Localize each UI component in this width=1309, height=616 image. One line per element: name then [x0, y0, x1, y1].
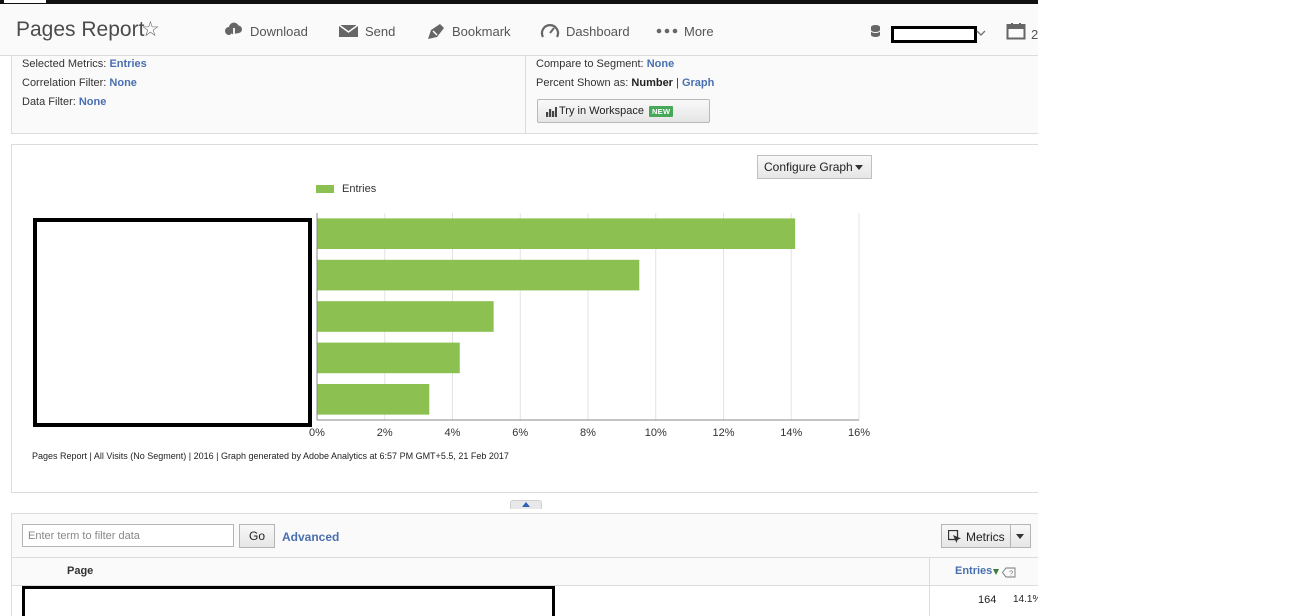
pointer-cursor-icon	[948, 530, 961, 543]
selected-metrics-row: Selected Metrics: Entries	[22, 58, 147, 70]
bar	[317, 259, 640, 291]
graph-panel: 0% 2% 4% 6% 8% 10% 12% 14% 16% Configure Graph E…	[11, 144, 1038, 493]
redacted-category-labels	[33, 218, 312, 427]
column-divider	[929, 586, 930, 616]
page-title: Pages Report	[16, 18, 145, 41]
new-badge: NEW	[648, 105, 674, 117]
metrics-button[interactable]: Metrics	[941, 524, 1031, 548]
configure-graph-label: Configure Graph	[764, 160, 853, 174]
column-divider	[929, 558, 930, 586]
x-tick-label: 10%	[645, 427, 667, 439]
compare-segment-label: Compare to Segment:	[536, 58, 644, 70]
bookmark-label: Bookmark	[452, 23, 511, 39]
table-header: Page Entries ?	[12, 557, 1038, 586]
advanced-filter-link[interactable]: Advanced	[282, 530, 339, 544]
go-button[interactable]: Go	[239, 524, 275, 548]
correlation-filter-link[interactable]: None	[109, 77, 137, 89]
selected-metrics-label: Selected Metrics:	[22, 58, 107, 70]
selected-metrics-link[interactable]: Entries	[109, 58, 146, 70]
more-button[interactable]: More	[656, 19, 714, 43]
sort-desc-icon[interactable]	[993, 569, 999, 575]
redacted-page-name	[22, 586, 555, 616]
caret-down-icon	[855, 165, 863, 170]
download-button[interactable]: Download	[224, 19, 308, 43]
data-filter-row: Data Filter: None	[22, 96, 106, 108]
report-settings: Selected Metrics: Entries Correlation Fi…	[11, 56, 1038, 134]
x-tick-label: 6%	[512, 427, 528, 439]
metrics-caret-icon[interactable]	[1016, 534, 1024, 539]
try-workspace-label: Try in Workspace	[559, 105, 644, 117]
report-suite-database-icon[interactable]	[870, 24, 881, 38]
data-filter-label: Data Filter:	[22, 96, 76, 108]
send-button[interactable]: Send	[338, 19, 395, 43]
data-filter-link[interactable]: None	[79, 96, 107, 108]
envelope-icon	[338, 24, 359, 37]
compare-segment-row: Compare to Segment: None	[536, 58, 674, 70]
dashboard-button[interactable]: Dashboard	[540, 19, 630, 43]
x-tick-label: 0%	[309, 427, 325, 439]
try-workspace-button[interactable]: Try in Workspace NEW	[537, 99, 710, 123]
x-tick-label: 14%	[780, 427, 802, 439]
correlation-filter-row: Correlation Filter: None	[22, 77, 137, 89]
data-table-panel: Go Advanced Metrics Page Entries ? 164 1…	[11, 513, 1038, 616]
x-tick-label: 8%	[580, 427, 596, 439]
x-tick-label: 16%	[848, 427, 870, 439]
correlation-filter-label: Correlation Filter:	[22, 77, 107, 89]
bar	[317, 301, 494, 332]
help-icon[interactable]: ?	[1002, 567, 1016, 578]
percent-number-option[interactable]: Number	[631, 77, 673, 89]
bookmark-icon	[428, 24, 444, 39]
workspace-icon	[546, 107, 557, 117]
filter-input[interactable]	[22, 524, 234, 547]
download-label: Download	[250, 23, 308, 39]
x-tick-label: 12%	[712, 427, 734, 439]
percent-shown-label: Percent Shown as:	[536, 77, 629, 89]
more-label: More	[684, 23, 714, 39]
graph-footnote: Pages Report | All Visits (No Segment) |…	[32, 451, 509, 461]
configure-graph-button[interactable]: Configure Graph	[757, 155, 872, 179]
gauge-icon	[540, 24, 560, 38]
bookmark-button[interactable]: Bookmark	[425, 19, 511, 43]
more-dots-icon	[656, 28, 678, 34]
percent-separator: |	[676, 77, 679, 89]
report-header: Pages Report ☆ Download Send Bookmark Da…	[0, 4, 1038, 56]
redacted-report-suite[interactable]	[891, 26, 977, 43]
bar	[317, 383, 430, 415]
x-tick-label: 4%	[445, 427, 461, 439]
legend-swatch	[316, 185, 334, 193]
metrics-split-divider	[1010, 525, 1011, 547]
date-range-label[interactable]: 2	[1031, 27, 1038, 42]
entries-percent: 14.1%	[1013, 594, 1038, 605]
percent-shown-row: Percent Shown as: Number | Graph	[536, 77, 714, 89]
chart-legend: Entries	[316, 183, 376, 195]
favorite-star-icon[interactable]: ☆	[141, 19, 160, 40]
collapse-graph-toggle[interactable]	[510, 500, 542, 509]
table-row[interactable]: 164 14.1%	[12, 586, 1038, 616]
bar	[317, 218, 796, 250]
collapse-arrow-icon	[522, 502, 530, 507]
svg-text:?: ?	[1009, 569, 1013, 578]
entries-value: 164	[978, 594, 997, 606]
percent-graph-link[interactable]: Graph	[682, 77, 714, 89]
settings-divider	[525, 56, 526, 133]
x-tick-label: 2%	[377, 427, 393, 439]
metrics-label: Metrics	[966, 530, 1005, 544]
cloud-download-icon	[225, 22, 242, 39]
send-label: Send	[365, 23, 396, 39]
entries-column-header[interactable]: Entries	[955, 565, 992, 577]
report-window: Pages Report ☆ Download Send Bookmark Da…	[0, 0, 1038, 616]
legend-label: Entries	[342, 183, 377, 195]
chevron-down-icon[interactable]	[976, 30, 986, 37]
bar	[317, 342, 460, 374]
compare-segment-link[interactable]: None	[647, 58, 675, 70]
calendar-icon[interactable]	[1006, 22, 1026, 40]
page-column-header[interactable]: Page	[67, 565, 93, 577]
dashboard-label: Dashboard	[566, 23, 630, 39]
